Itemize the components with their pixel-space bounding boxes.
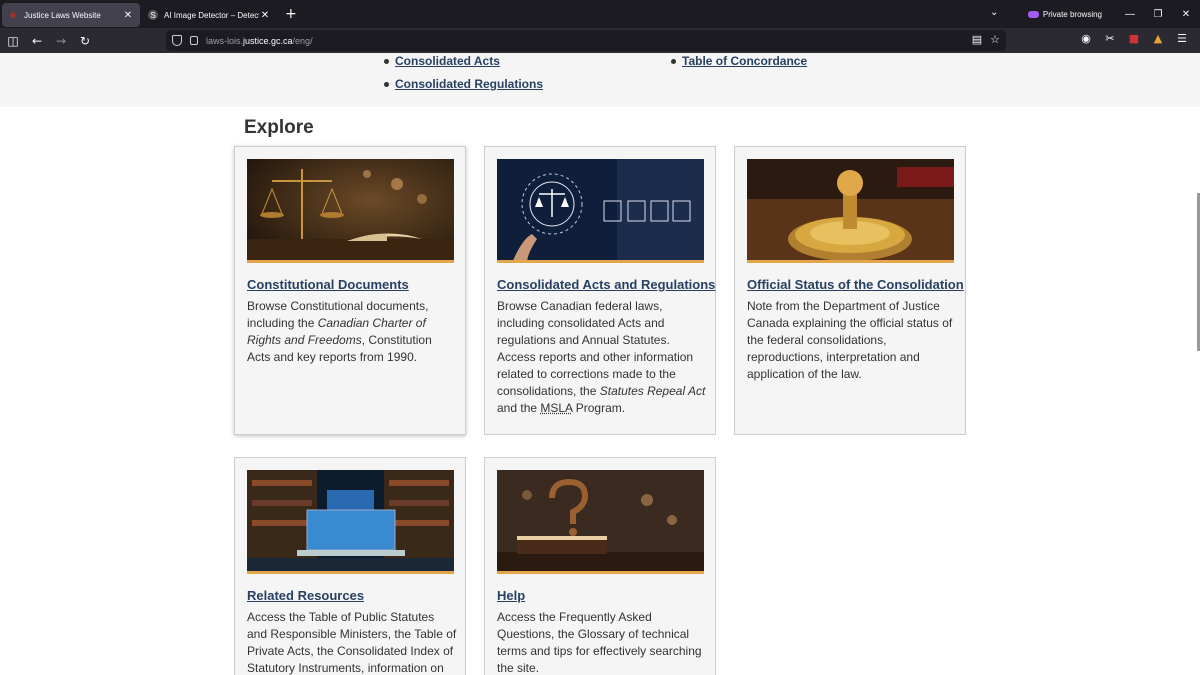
card-description: Browse Constitutional documents, includi… <box>247 298 457 366</box>
tracking-protection-shield-icon[interactable] <box>172 35 182 46</box>
card-consolidated-acts-regulations[interactable]: Consolidated Acts and Regulations Browse… <box>484 146 716 435</box>
reader-view-icon[interactable]: ▤ <box>972 33 982 46</box>
question-mark-book-image <box>497 470 704 574</box>
extension-globe-icon[interactable]: ◉ <box>1074 32 1098 45</box>
restore-button[interactable]: ❐ <box>1144 9 1172 20</box>
msla-abbreviation[interactable]: MSLA <box>540 401 572 415</box>
ublock-icon[interactable]: ■ <box>1122 32 1146 45</box>
browser-nav-bar: ◫ ← → ↻ laws-lois. justice.gc.ca/eng/ ▤ ☆… <box>0 28 1200 53</box>
card-title-link[interactable]: Constitutional Documents <box>247 277 409 292</box>
app-menu-icon[interactable]: ☰ <box>1170 32 1194 45</box>
url-host: justice.gc.ca <box>243 35 293 46</box>
reload-button[interactable]: ↻ <box>74 34 96 48</box>
extensions-puzzle-icon[interactable]: ✂ <box>1098 32 1122 45</box>
extension-badge-icon[interactable]: ▲ <box>1146 32 1170 45</box>
link-table-of-concordance[interactable]: Table of Concordance <box>682 54 807 68</box>
desc-emphasis: Statutes Repeal Act <box>599 384 706 398</box>
card-description: Access the Frequently Asked Questions, t… <box>497 610 702 675</box>
tab-title: Justice Laws Website <box>24 10 101 20</box>
close-tab-icon[interactable]: ✕ <box>259 10 271 21</box>
card-description: Access the Table of Public Statutes and … <box>247 610 457 675</box>
card-official-status[interactable]: Official Status of the Consolidation Not… <box>734 146 966 435</box>
library-laptop-image <box>247 470 454 574</box>
list-tabs-chevron-icon[interactable]: ⌄ <box>990 7 998 18</box>
forward-button[interactable]: → <box>50 34 72 48</box>
desc-text: Program. <box>572 401 626 415</box>
lock-icon[interactable] <box>190 36 198 45</box>
card-help[interactable]: Help Access the Frequently Asked Questio… <box>484 457 716 675</box>
desc-text: and the <box>497 401 541 415</box>
card-title-link[interactable]: Help <box>497 588 525 603</box>
minimize-button[interactable]: — <box>1116 9 1144 20</box>
close-window-button[interactable]: ✕ <box>1172 9 1200 20</box>
link-consolidated-regulations[interactable]: Consolidated Regulations <box>395 77 543 91</box>
tab-title: AI Image Detector – Detect AI-G <box>164 10 259 20</box>
back-button[interactable]: ← <box>26 34 48 48</box>
bookmark-star-icon[interactable]: ☆ <box>990 33 1000 46</box>
card-description: Browse Canadian federal laws, including … <box>497 298 707 417</box>
list-bullet <box>384 82 389 87</box>
scales-of-justice-image <box>247 159 454 263</box>
card-related-resources[interactable]: Related Resources Access the Table of Pu… <box>234 457 466 675</box>
ai-detector-icon: S <box>148 10 158 20</box>
digital-justice-image <box>497 159 704 263</box>
card-title-link[interactable]: Official Status of the Consolidation <box>747 277 964 292</box>
page-content: Consolidated Acts Consolidated Regulatio… <box>0 53 1200 675</box>
card-constitutional-documents[interactable]: Constitutional Documents Browse Constitu… <box>234 146 466 435</box>
card-description: Note from the Department of Justice Cana… <box>747 299 953 381</box>
new-tab-button[interactable]: + <box>285 6 297 22</box>
link-consolidated-acts[interactable]: Consolidated Acts <box>395 54 500 68</box>
maple-leaf-icon: ❋ <box>9 10 17 20</box>
private-browsing-indicator: Private browsing <box>1027 9 1102 19</box>
card-title-link[interactable]: Consolidated Acts and Regulations <box>497 277 715 292</box>
card-title-link[interactable]: Related Resources <box>247 588 364 603</box>
url-prefix: laws-lois. <box>206 35 244 46</box>
explore-heading: Explore <box>244 117 314 138</box>
list-bullet <box>384 59 389 64</box>
private-mask-icon <box>1027 10 1039 18</box>
sidebar-toggle-icon[interactable]: ◫ <box>2 34 24 48</box>
seal-stamp-image <box>747 159 954 263</box>
top-links-banner <box>0 53 1200 107</box>
list-bullet <box>671 59 676 64</box>
close-tab-icon[interactable]: ✕ <box>122 10 134 21</box>
private-browsing-label: Private browsing <box>1042 9 1102 19</box>
address-bar[interactable]: laws-lois. justice.gc.ca/eng/ ▤ ☆ <box>166 30 1006 51</box>
browser-tab-bar: ❋ Justice Laws Website ✕ S AI Image Dete… <box>0 0 1200 28</box>
url-path: /eng/ <box>292 35 313 46</box>
tab-justice-laws[interactable]: ❋ Justice Laws Website ✕ <box>2 3 140 27</box>
tab-ai-image-detector[interactable]: S AI Image Detector – Detect AI-G ✕ <box>142 3 277 27</box>
